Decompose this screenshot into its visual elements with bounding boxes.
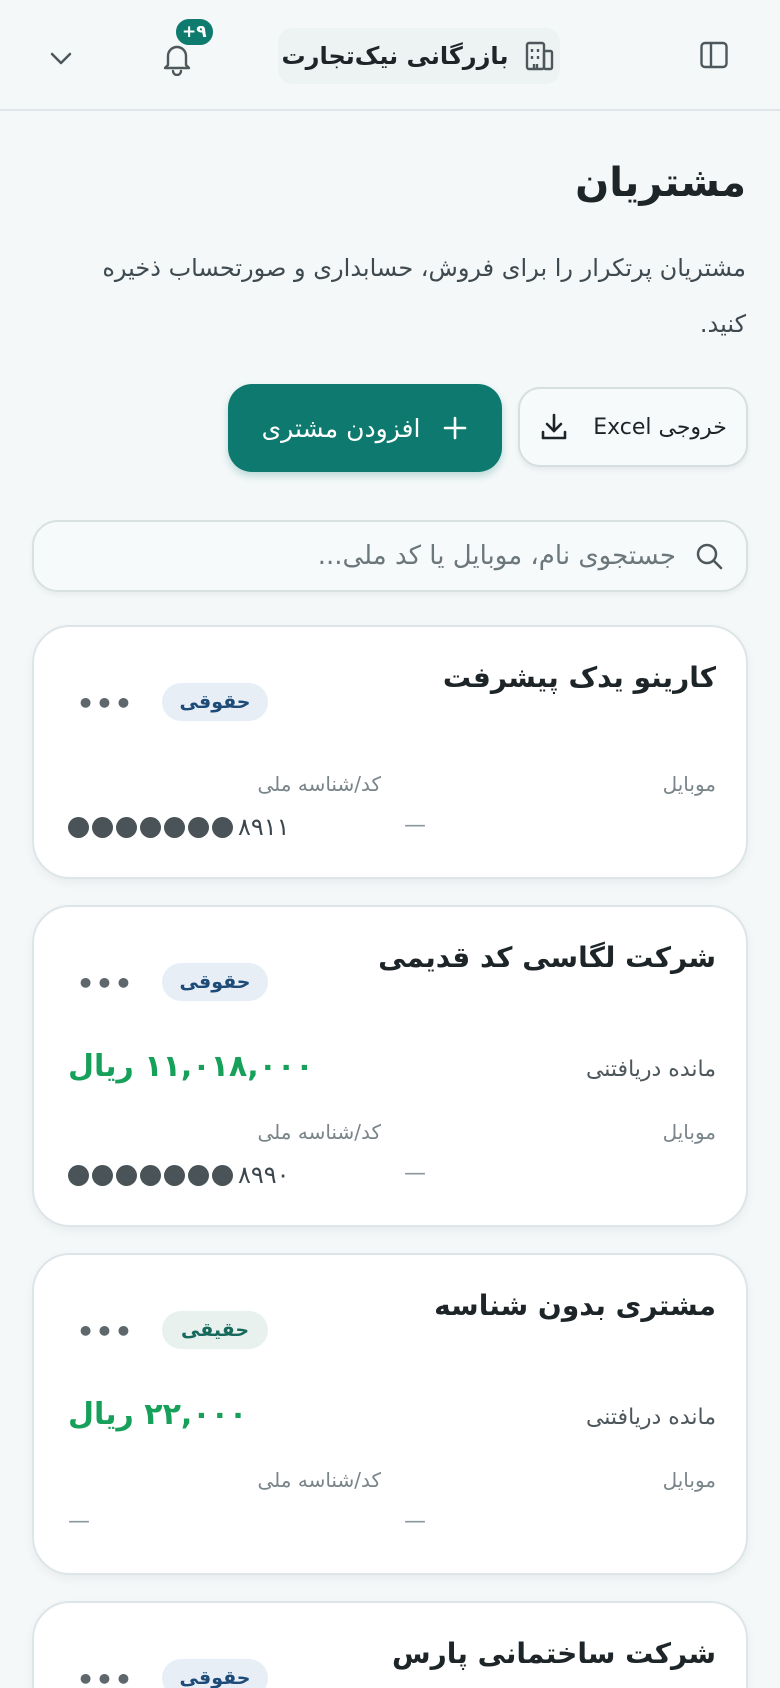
download-icon — [541, 413, 567, 440]
customer-type-badge: حقوقی — [162, 683, 268, 721]
plus-icon — [444, 416, 467, 440]
add-customer-label: افزودن مشتری — [261, 413, 421, 443]
mobile-value: — — [404, 1161, 426, 1186]
chevron-down-icon[interactable] — [44, 44, 78, 74]
mobile-value: — — [404, 1509, 426, 1534]
national-id-label: کد/شناسه ملی — [257, 772, 382, 796]
customer-name: کارینو یدک پیشرفت — [442, 661, 716, 694]
sidebar-icon — [700, 41, 728, 69]
mask-dot — [116, 1164, 137, 1186]
building-icon — [526, 41, 554, 71]
mask-dot — [212, 1164, 233, 1186]
search-icon — [696, 543, 723, 570]
customer-type-badge: حقوقی — [162, 1659, 268, 1688]
notification-count-badge: ۹+ — [173, 16, 216, 48]
customer-type-badge: حقیقی — [162, 1311, 268, 1349]
mask-dot — [188, 1164, 209, 1186]
mask-dot — [188, 816, 209, 838]
search-box — [32, 520, 748, 592]
page-description: مشتریان پرتکرار را برای فروش، حسابداری و… — [102, 254, 746, 338]
national-id-suffix: ۸۹۹۰ — [238, 1161, 290, 1189]
mask-dot — [212, 816, 233, 838]
mask-dot — [116, 816, 137, 838]
national-id-value: — — [68, 1509, 90, 1534]
export-excel-button[interactable]: خروجی Excel — [518, 387, 748, 467]
mask-dot — [140, 1164, 161, 1186]
notifications-button[interactable]: ۹+ — [120, 16, 216, 84]
mobile-value: — — [404, 813, 426, 838]
more-options-button[interactable]: ••• — [74, 681, 136, 725]
export-excel-label: خروجی Excel — [593, 414, 727, 440]
mask-dot — [92, 1164, 113, 1186]
national-id-suffix: ۸۹۱۱ — [238, 813, 290, 841]
mobile-label: موبایل — [662, 1468, 716, 1492]
customer-card[interactable]: شرکت لگاسی کد قدیمی حقوقی ••• مانده دریا… — [32, 905, 748, 1227]
page-title: مشتریان — [575, 160, 746, 206]
customer-card[interactable]: کارینو یدک پیشرفت حقوقی ••• موبایل — کد/… — [32, 625, 748, 879]
customer-name: مشتری بدون شناسه — [434, 1289, 716, 1322]
mask-dot — [164, 1164, 185, 1186]
balance-value: ۱۱,۰۱۸,۰۰۰ ریال — [68, 1049, 314, 1084]
customer-card[interactable]: شرکت ساختمانی پارس حقوقی ••• — [32, 1601, 748, 1688]
company-name: بازرگانی نیک‌تجارت — [281, 42, 509, 70]
customer-name: شرکت ساختمانی پارس — [392, 1637, 716, 1670]
add-customer-button[interactable]: افزودن مشتری — [228, 384, 502, 472]
search-input[interactable] — [76, 541, 676, 571]
balance-label: مانده دریافتنی — [585, 1057, 716, 1082]
more-options-button[interactable]: ••• — [74, 1309, 136, 1353]
national-id-label: کد/شناسه ملی — [257, 1468, 382, 1492]
mobile-label: موبایل — [662, 772, 716, 796]
mask-dot — [68, 816, 89, 838]
mask-dot — [164, 816, 185, 838]
customer-type-badge: حقوقی — [162, 963, 268, 1001]
topbar-left-group: ۹+ — [44, 16, 244, 84]
mobile-label: موبایل — [662, 1120, 716, 1144]
more-options-button[interactable]: ••• — [74, 1657, 136, 1688]
mask-dot — [68, 1164, 89, 1186]
balance-value: ۲۲,۰۰۰ ریال — [68, 1397, 248, 1432]
top-bar: ۹+ بازرگانی نیک‌تجارت — [0, 0, 780, 111]
company-switcher[interactable]: بازرگانی نیک‌تجارت — [278, 28, 560, 84]
mask-dot — [140, 816, 161, 838]
customer-name: شرکت لگاسی کد قدیمی — [378, 941, 716, 974]
customer-card[interactable]: مشتری بدون شناسه حقیقی ••• مانده دریافتن… — [32, 1253, 748, 1575]
national-id-value: ۸۹۹۰ — [68, 1161, 290, 1189]
balance-label: مانده دریافتنی — [585, 1405, 716, 1430]
national-id-label: کد/شناسه ملی — [257, 1120, 382, 1144]
mask-dot — [92, 816, 113, 838]
sidebar-toggle-button[interactable] — [697, 40, 729, 72]
more-options-button[interactable]: ••• — [74, 961, 136, 1005]
national-id-value: ۸۹۱۱ — [68, 813, 290, 841]
